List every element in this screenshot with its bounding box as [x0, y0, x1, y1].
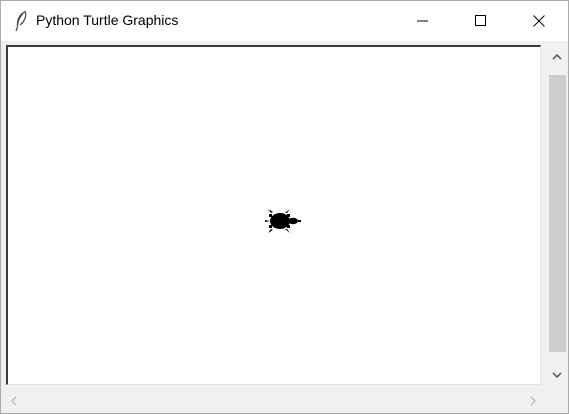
chevron-up-icon [552, 53, 562, 60]
scroll-right-button[interactable] [522, 389, 544, 413]
chevron-left-icon [11, 396, 17, 406]
chevron-down-icon [552, 372, 562, 379]
turtle-icon [265, 209, 301, 233]
feather-icon [15, 10, 27, 32]
scrollbar-corner [546, 389, 568, 413]
maximize-button[interactable] [452, 1, 510, 41]
vertical-scrollbar[interactable] [546, 45, 568, 387]
window-title: Python Turtle Graphics [36, 12, 179, 28]
vertical-scroll-thumb[interactable] [549, 75, 566, 352]
scroll-left-button[interactable] [3, 389, 25, 413]
title-bar[interactable]: Python Turtle Graphics [1, 1, 568, 41]
scroll-up-button[interactable] [546, 45, 568, 69]
minimize-button[interactable] [394, 1, 452, 41]
close-button[interactable] [510, 1, 568, 41]
horizontal-scrollbar[interactable] [1, 389, 546, 413]
scroll-down-button[interactable] [546, 363, 568, 387]
chevron-right-icon [530, 396, 536, 406]
maximize-icon [475, 15, 486, 26]
minimize-icon [417, 20, 428, 22]
turtle-window: Python Turtle Graphics [0, 0, 569, 414]
close-icon [533, 15, 545, 27]
